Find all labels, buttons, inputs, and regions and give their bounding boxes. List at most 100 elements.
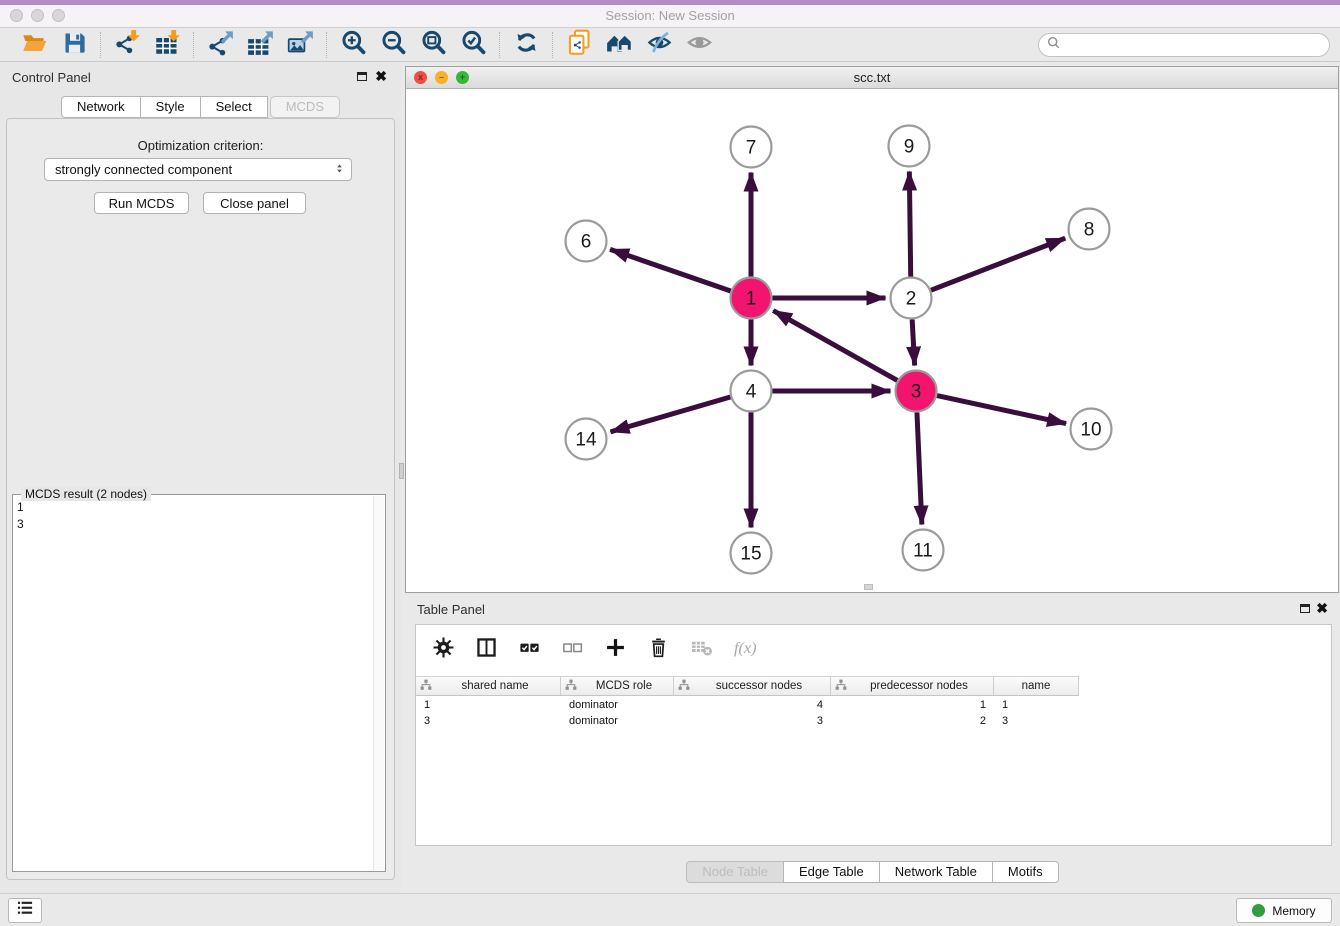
- table-cell[interactable]: 1: [416, 697, 561, 713]
- column-header-successor-nodes[interactable]: successor nodes: [674, 677, 831, 695]
- task-history-button[interactable]: [8, 898, 42, 923]
- graph-edge-3-1[interactable]: [773, 311, 897, 381]
- import-network-icon: [114, 29, 141, 61]
- table-panel-float-icon[interactable]: [1300, 604, 1310, 613]
- column-header-predecessor-nodes[interactable]: predecessor nodes: [831, 677, 994, 695]
- table-cell[interactable]: 1: [831, 697, 994, 713]
- graph-node-11[interactable]: 11: [903, 530, 944, 571]
- table-settings-gear-icon: [432, 636, 455, 664]
- save-session-button[interactable]: [58, 30, 90, 60]
- graph-node-8[interactable]: 8: [1069, 209, 1110, 250]
- copy-network-document-button[interactable]: [563, 30, 595, 60]
- graph-edge-2-9[interactable]: [909, 171, 910, 276]
- show-graphics-details-button[interactable]: [683, 30, 715, 60]
- tab-edge-table[interactable]: Edge Table: [783, 861, 880, 883]
- import-table-icon: [154, 29, 181, 61]
- graph-node-15[interactable]: 15: [731, 533, 772, 574]
- show-graphics-details-icon: [686, 29, 713, 61]
- table-panel-close-icon[interactable]: ✖: [1316, 603, 1328, 613]
- export-table-button[interactable]: [244, 30, 276, 60]
- close-panel-button[interactable]: Close panel: [203, 192, 306, 214]
- fit-content-button[interactable]: [417, 30, 449, 60]
- graph-edge-2-8[interactable]: [931, 238, 1065, 290]
- table-cell[interactable]: dominator: [561, 713, 674, 729]
- tab-motifs[interactable]: Motifs: [992, 861, 1059, 883]
- table-row[interactable]: 1dominator411: [416, 697, 1079, 713]
- import-table-button[interactable]: [151, 30, 183, 60]
- column-header-name[interactable]: name: [994, 677, 1079, 695]
- table-header-row: shared nameMCDS rolesuccessor nodesprede…: [416, 676, 1079, 696]
- export-image-button[interactable]: [284, 30, 316, 60]
- table-cell[interactable]: 2: [831, 713, 994, 729]
- select-all-columns-button[interactable]: [516, 637, 542, 663]
- table-cell[interactable]: 1: [994, 697, 1079, 713]
- graph-node-label: 1: [746, 289, 757, 310]
- mcds-result-box: MCDS result (2 nodes) 13: [12, 494, 386, 872]
- table-settings-gear-button[interactable]: [430, 637, 456, 663]
- export-network-button[interactable]: [204, 30, 236, 60]
- tab-mcds[interactable]: MCDS: [270, 96, 340, 118]
- tab-style[interactable]: Style: [140, 96, 201, 118]
- home-neighbors-button[interactable]: [603, 30, 635, 60]
- tab-node-table[interactable]: Node Table: [686, 861, 784, 883]
- create-column-button[interactable]: [602, 637, 628, 663]
- graph-node-3[interactable]: 3: [896, 371, 937, 412]
- unselect-all-columns-button[interactable]: [559, 637, 585, 663]
- delete-column-button[interactable]: [645, 637, 671, 663]
- table-cell[interactable]: 3: [416, 713, 561, 729]
- graph-node-9[interactable]: 9: [889, 126, 930, 167]
- open-file-button[interactable]: [18, 30, 50, 60]
- result-scrollbar[interactable]: [373, 496, 384, 870]
- control-panel: Control Panel ✖ NetworkStyleSelectMCDS O…: [0, 62, 401, 893]
- graph-edge-4-14[interactable]: [610, 397, 730, 432]
- import-network-button[interactable]: [111, 30, 143, 60]
- column-layout-button[interactable]: [473, 637, 499, 663]
- network-graph[interactable]: 7 9 6 8 1 2 4 3 14 10 15 11: [406, 89, 1338, 592]
- graph-node-14[interactable]: 14: [566, 419, 607, 460]
- hierarchy-icon: [420, 679, 434, 694]
- graph-edge-1-6[interactable]: [610, 249, 731, 291]
- table-row[interactable]: 3dominator323: [416, 713, 1079, 729]
- hide-graphics-details-button[interactable]: [643, 30, 675, 60]
- apply-layout-refresh-button[interactable]: [510, 30, 542, 60]
- tab-select[interactable]: Select: [200, 96, 268, 118]
- run-mcds-button[interactable]: Run MCDS: [94, 192, 189, 214]
- graph-edge-2-3[interactable]: [912, 319, 914, 365]
- graph-node-6[interactable]: 6: [566, 221, 607, 262]
- table-cell[interactable]: 4: [674, 697, 831, 713]
- graph-node-1[interactable]: 1: [731, 278, 772, 319]
- mcds-result-text[interactable]: 13: [17, 499, 371, 533]
- graph-node-10[interactable]: 10: [1071, 409, 1112, 450]
- graph-node-2[interactable]: 2: [891, 278, 932, 319]
- graph-edge-3-11[interactable]: [917, 412, 922, 524]
- graph-node-7[interactable]: 7: [731, 127, 772, 168]
- memory-button[interactable]: Memory: [1236, 898, 1332, 923]
- zoom-in-icon: [340, 29, 367, 61]
- criterion-select[interactable]: strongly connected component: [44, 158, 352, 181]
- network-hscroll-thumb[interactable]: [864, 584, 873, 590]
- search-input[interactable]: [1066, 38, 1321, 52]
- fit-content-icon: [420, 29, 447, 61]
- graph-edge-3-10[interactable]: [937, 396, 1066, 424]
- column-header-shared-name[interactable]: shared name: [416, 677, 561, 695]
- network-canvas[interactable]: 7 9 6 8 1 2 4 3 14 10 15 11: [406, 89, 1338, 592]
- function-builder-icon: f(x): [733, 636, 756, 664]
- control-panel-close-icon[interactable]: ✖: [375, 71, 387, 81]
- table-cell[interactable]: 3: [994, 713, 1079, 729]
- split-divider-handle[interactable]: [399, 463, 404, 479]
- table-cell[interactable]: dominator: [561, 697, 674, 713]
- table-cell[interactable]: 3: [674, 713, 831, 729]
- control-panel-float-icon[interactable]: [357, 72, 367, 81]
- zoom-out-button[interactable]: [377, 30, 409, 60]
- table-toolbar: f(x): [416, 625, 1331, 675]
- network-title: scc.txt: [406, 70, 1338, 85]
- zoom-selected-button[interactable]: [457, 30, 489, 60]
- column-header-MCDS-role[interactable]: MCDS role: [561, 677, 674, 695]
- control-panel-title: Control Panel: [12, 70, 91, 85]
- graph-node-4[interactable]: 4: [731, 371, 772, 412]
- tab-network-table[interactable]: Network Table: [879, 861, 993, 883]
- tab-network[interactable]: Network: [61, 96, 141, 118]
- network-window-titlebar[interactable]: x – + scc.txt: [406, 67, 1338, 89]
- search-box[interactable]: [1038, 33, 1330, 57]
- zoom-in-button[interactable]: [337, 30, 369, 60]
